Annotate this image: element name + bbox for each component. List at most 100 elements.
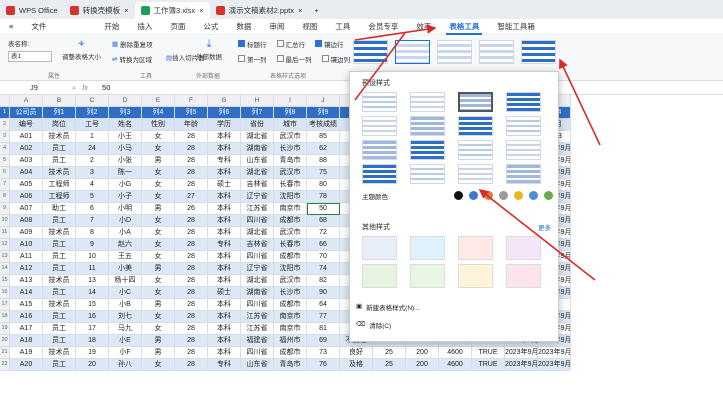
table-cell[interactable]: 吉林省 [241,179,274,191]
table-cell[interactable]: A05 [10,179,43,191]
other-style-thumbnail[interactable] [506,264,541,288]
table-cell[interactable]: 14 [76,287,109,299]
table-cell[interactable]: 女 [142,227,175,239]
table-cell[interactable]: 男 [142,203,175,215]
table-cell[interactable]: 2 [76,155,109,167]
style-thumbnail[interactable] [353,40,388,64]
table-cell[interactable]: TRUE [472,359,505,371]
table-cell[interactable]: 学历 [208,119,241,131]
table-cell[interactable]: A11 [10,251,43,263]
table-cell[interactable]: 15 [76,299,109,311]
new-tab-button[interactable]: + [308,2,324,19]
header-cell[interactable]: 列1 [43,107,76,119]
table-cell[interactable]: 28 [175,227,208,239]
table-cell[interactable]: 10 [76,251,109,263]
row-number[interactable]: 20 [0,335,10,347]
table-cell[interactable]: 女 [142,323,175,335]
preset-style-thumbnail[interactable] [410,164,445,184]
table-cell[interactable]: 赵六 [109,239,142,251]
row-number[interactable]: 8 [0,191,10,203]
table-cell[interactable]: 员工 [43,155,76,167]
table-cell[interactable]: 湖北省 [241,227,274,239]
row-number[interactable]: 14 [0,263,10,275]
table-cell[interactable]: 员工 [43,359,76,371]
row-number[interactable]: 21 [0,347,10,359]
column-header[interactable]: D [109,95,142,107]
table-cell[interactable]: 17 [76,323,109,335]
table-cell[interactable]: 女 [142,143,175,155]
close-icon[interactable]: × [298,6,302,15]
table-cell[interactable]: 本科 [208,275,241,287]
menu-data[interactable]: 数据 [227,19,260,35]
table-cell[interactable]: 长春市 [274,179,307,191]
menu-member[interactable]: 会员专享 [359,19,407,35]
table-cell[interactable]: 200 [406,359,439,371]
table-cell[interactable]: 70 [307,251,340,263]
table-cell[interactable]: 考核成绩 [307,119,340,131]
table-cell[interactable]: 2023年9月25日 [538,347,571,359]
banded-rows-checkbox[interactable]: 镶边行 [315,38,344,49]
theme-color-dot[interactable] [514,191,523,200]
table-cell[interactable]: 本科 [208,263,241,275]
preset-style-thumbnail[interactable] [506,140,541,160]
tab-wps-office[interactable]: WPS Office [0,2,64,19]
first-column-checkbox[interactable]: 第一列 [238,53,267,64]
table-cell[interactable]: A03 [10,155,43,167]
tab-workbook[interactable]: 工作簿3.xlsx × [134,2,210,19]
table-cell[interactable]: 本科 [208,191,241,203]
table-cell[interactable]: 技术员 [43,299,76,311]
table-cell[interactable]: 工号 [76,119,109,131]
menu-tools[interactable]: 工具 [326,19,359,35]
table-cell[interactable]: A18 [10,335,43,347]
table-cell[interactable]: 小C [109,287,142,299]
table-cell[interactable]: 沈阳市 [274,263,307,275]
preset-style-thumbnail[interactable] [506,116,541,136]
menu-home[interactable]: 开始 [95,19,128,35]
table-cell[interactable]: 性别 [142,119,175,131]
table-cell[interactable]: 成都市 [274,215,307,227]
table-cell[interactable]: 青岛市 [274,359,307,371]
row-number[interactable]: 7 [0,179,10,191]
table-cell[interactable]: 28 [175,287,208,299]
row-number[interactable]: 4 [0,143,10,155]
table-cell[interactable]: 28 [175,299,208,311]
table-cell[interactable]: 本科 [208,323,241,335]
table-cell[interactable]: 28 [175,347,208,359]
more-link[interactable]: 更多 [538,222,551,232]
table-cell[interactable]: 19 [76,347,109,359]
column-header[interactable]: E [142,95,175,107]
table-cell[interactable]: 女 [142,239,175,251]
table-cell[interactable]: 江苏省 [241,311,274,323]
menu-review[interactable]: 审阅 [260,19,293,35]
table-cell[interactable]: 本科 [208,203,241,215]
table-cell[interactable]: 南京市 [274,203,307,215]
preset-style-thumbnail[interactable] [362,116,397,136]
table-cell[interactable]: A07 [10,203,43,215]
table-cell[interactable]: 82 [307,275,340,287]
table-cell[interactable]: 员工 [43,287,76,299]
table-cell[interactable]: 28 [175,179,208,191]
table-cell[interactable]: 长春市 [274,239,307,251]
other-style-thumbnail[interactable] [506,236,541,260]
tab-ppt[interactable]: 演示文稿素材2.pptx × [210,2,309,19]
table-cell[interactable]: 4 [76,179,109,191]
table-cell[interactable]: 1 [76,131,109,143]
total-row-checkbox[interactable]: 汇总行 [276,38,305,49]
table-cell[interactable]: 四川省 [241,299,274,311]
column-header[interactable]: B [43,95,76,107]
table-cell[interactable]: 员工 [43,335,76,347]
menu-page[interactable]: 页面 [161,19,194,35]
table-cell[interactable]: 福建省 [241,335,274,347]
table-cell[interactable]: A13 [10,275,43,287]
table-cell[interactable]: A06 [10,191,43,203]
menu-smart-toolbox[interactable]: 智能工具箱 [488,19,544,35]
header-cell[interactable]: 列9 [307,107,340,119]
other-style-thumbnail[interactable] [362,264,397,288]
table-cell[interactable]: 小B [109,299,142,311]
row-number[interactable]: 11 [0,227,10,239]
table-cell[interactable]: 26 [175,203,208,215]
menu-table-tools[interactable]: 表格工具 [440,19,488,35]
table-cell[interactable]: 员工 [43,143,76,155]
preset-style-thumbnail[interactable] [410,116,445,136]
table-cell[interactable]: 男 [142,347,175,359]
